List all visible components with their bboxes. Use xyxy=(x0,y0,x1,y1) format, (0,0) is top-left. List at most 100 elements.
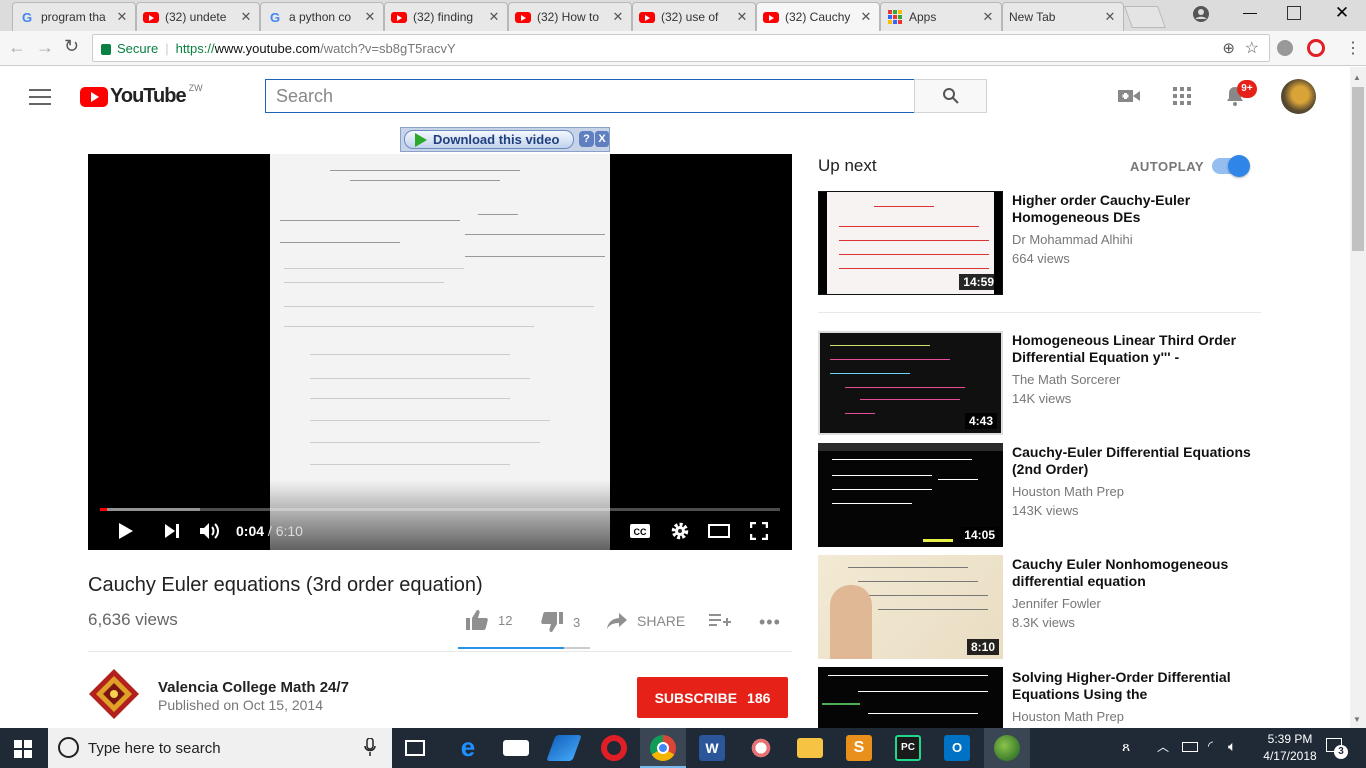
bookmark-star-icon[interactable]: ☆ xyxy=(1245,38,1259,58)
theater-mode-button[interactable] xyxy=(705,516,733,546)
address-bar[interactable]: Secure | https:// www.youtube.com /watch… xyxy=(92,34,1270,62)
window-close-icon[interactable]: ✕ xyxy=(1332,3,1352,23)
menu-dots-icon[interactable]: ⋮ xyxy=(1345,38,1361,58)
close-icon[interactable]: ✕ xyxy=(859,9,873,25)
clock[interactable]: 5:39 PM 4/17/2018 xyxy=(1258,731,1322,765)
subscribe-label: SUBSCRIBE xyxy=(654,689,738,706)
microphone-icon[interactable] xyxy=(364,737,376,760)
video-progress-bar[interactable] xyxy=(100,508,780,511)
browser-tab[interactable]: New Tab ✕ xyxy=(1002,2,1124,31)
autoplay-toggle-knob[interactable] xyxy=(1228,155,1250,177)
close-icon[interactable]: ✕ xyxy=(981,9,995,25)
dislike-count: 3 xyxy=(573,614,581,630)
people-icon[interactable]: ጸ xyxy=(1122,738,1130,755)
settings-button[interactable] xyxy=(666,516,694,546)
recommended-video-title[interactable]: Cauchy-Euler Differential Equations (2nd… xyxy=(1012,444,1252,478)
search-button[interactable] xyxy=(914,79,987,113)
page-scrollbar[interactable]: ▲ ▼ xyxy=(1350,67,1366,728)
task-view-icon[interactable] xyxy=(405,740,425,756)
browser-tab[interactable]: G program tha ✕ xyxy=(12,2,136,31)
edge-icon[interactable]: e xyxy=(455,734,481,761)
video-thumbnail[interactable]: 4:43 xyxy=(818,331,1003,435)
video-thumbnail[interactable]: 14:59 xyxy=(818,191,1003,295)
app-icon[interactable] xyxy=(546,735,582,761)
hamburger-menu-icon[interactable] xyxy=(29,89,51,105)
opera-icon[interactable] xyxy=(601,735,627,761)
close-icon[interactable]: ✕ xyxy=(239,9,253,25)
close-download-bar-button[interactable]: X xyxy=(595,131,609,147)
profile-icon[interactable] xyxy=(1192,5,1210,23)
speaker-icon[interactable]: 🔈︎ xyxy=(1228,738,1236,755)
opera-extension-icon[interactable] xyxy=(1307,39,1325,57)
outlook-icon[interactable]: O xyxy=(944,735,970,761)
play-icon xyxy=(119,523,133,539)
video-player[interactable]: 0:04 / 6:10 CC xyxy=(88,154,792,550)
avatar[interactable] xyxy=(1281,79,1316,114)
recommended-video-title[interactable]: Homogeneous Linear Third Order Different… xyxy=(1012,332,1252,366)
reload-icon[interactable]: ↻ xyxy=(64,36,79,57)
battery-icon[interactable] xyxy=(1182,742,1198,752)
file-explorer-icon[interactable] xyxy=(797,738,823,758)
fullscreen-button[interactable] xyxy=(745,516,773,546)
paint-icon[interactable] xyxy=(748,735,774,761)
upload-video-icon[interactable] xyxy=(1118,88,1140,109)
close-icon[interactable]: ✕ xyxy=(487,9,501,25)
more-actions-icon[interactable]: ••• xyxy=(759,612,781,633)
volume-button[interactable] xyxy=(196,516,224,546)
youtube-logo[interactable]: YouTube ZW xyxy=(80,83,203,108)
browser-tab[interactable]: (32) How to ✕ xyxy=(508,2,632,31)
scrollbar-thumb[interactable] xyxy=(1352,87,1364,251)
pycharm-icon[interactable]: PC xyxy=(895,735,921,761)
next-button[interactable] xyxy=(158,516,186,546)
apps-grid-icon[interactable] xyxy=(1173,87,1191,110)
browser-tab[interactable]: (32) finding ✕ xyxy=(384,2,508,31)
mail-icon[interactable] xyxy=(503,740,529,756)
extension-icon[interactable] xyxy=(1277,40,1293,56)
sublime-text-icon[interactable]: S xyxy=(846,735,872,761)
close-icon[interactable]: ✕ xyxy=(363,9,377,25)
close-icon[interactable]: ✕ xyxy=(611,9,625,25)
browser-tab[interactable]: Apps ✕ xyxy=(880,2,1002,31)
time-separator: / xyxy=(264,523,276,539)
close-icon[interactable]: ✕ xyxy=(735,9,749,25)
play-button[interactable] xyxy=(112,516,140,546)
recommended-video-title[interactable]: Higher order Cauchy-Euler Homogeneous DE… xyxy=(1012,192,1252,226)
windows-start-icon[interactable] xyxy=(14,740,32,763)
download-video-button[interactable]: Download this video xyxy=(404,130,574,149)
video-thumbnail[interactable]: 8:10 xyxy=(818,555,1003,659)
app-taskbar-active[interactable] xyxy=(984,728,1030,768)
video-thumbnail[interactable] xyxy=(818,667,1003,728)
zoom-icon[interactable]: ⊕ xyxy=(1222,39,1235,57)
chevron-up-icon[interactable]: ︿ xyxy=(1157,738,1169,755)
forward-icon[interactable]: → xyxy=(36,37,54,58)
add-to-playlist-button[interactable] xyxy=(709,613,731,634)
help-button[interactable]: ? xyxy=(579,131,594,147)
autoplay-toggle[interactable] xyxy=(1212,155,1250,177)
dislike-button[interactable]: 3 xyxy=(541,612,580,632)
wifi-icon[interactable]: ◜ xyxy=(1208,738,1213,754)
captions-button[interactable]: CC xyxy=(626,516,654,546)
maximize-icon[interactable] xyxy=(1287,6,1301,20)
recommended-video-title[interactable]: Cauchy Euler Nonhomogeneous differential… xyxy=(1012,556,1252,590)
search-input[interactable] xyxy=(265,79,915,113)
video-thumbnail[interactable]: 14:05 xyxy=(818,443,1003,547)
word-icon[interactable]: W xyxy=(699,735,725,761)
close-icon[interactable]: ✕ xyxy=(1103,9,1117,25)
like-ratio-bar xyxy=(458,647,590,649)
chrome-taskbar-active[interactable] xyxy=(640,728,686,768)
minimize-icon[interactable]: — xyxy=(1240,4,1260,24)
share-button[interactable]: SHARE xyxy=(607,613,685,629)
like-button[interactable]: 12 xyxy=(466,610,512,630)
browser-tab-active[interactable]: (32) Cauchy ✕ xyxy=(756,2,880,31)
subscribe-button[interactable]: SUBSCRIBE 186 xyxy=(637,677,788,718)
channel-name[interactable]: Valencia College Math 24/7 xyxy=(158,679,349,696)
close-icon[interactable]: ✕ xyxy=(115,9,129,25)
recommended-video-title[interactable]: Solving Higher-Order Differential Equati… xyxy=(1012,669,1252,703)
browser-tab[interactable]: (32) use of ✕ xyxy=(632,2,756,31)
back-icon[interactable]: ← xyxy=(8,37,26,58)
new-tab-button[interactable] xyxy=(1123,6,1167,28)
browser-tab[interactable]: G a python co ✕ xyxy=(260,2,384,31)
channel-avatar[interactable] xyxy=(88,668,140,720)
taskbar-search-box[interactable]: Type here to search xyxy=(48,728,392,768)
browser-tab[interactable]: (32) undete ✕ xyxy=(136,2,260,31)
